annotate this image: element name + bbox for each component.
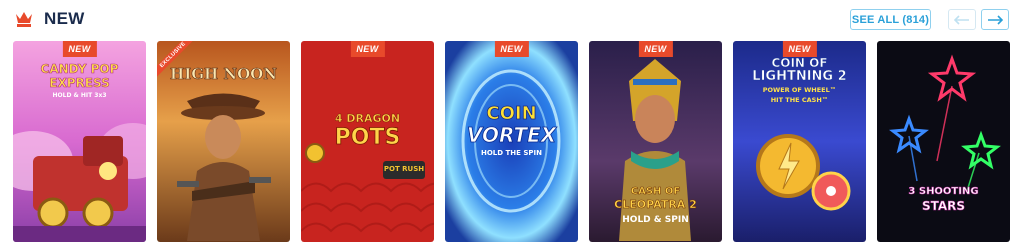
game-title-line1: 3 SHOOTING: [908, 186, 979, 197]
game-title-line2: STARS: [921, 199, 966, 213]
game-tile-3-shooting-stars[interactable]: 3 SHOOTING STARS: [877, 41, 1010, 242]
see-all-button[interactable]: SEE ALL (814): [850, 9, 931, 30]
game-tile-coin-of-lightning-2[interactable]: NEW COIN OF LIGHTNING 2 POWER OF WHEEL™ …: [733, 41, 866, 242]
game-art: [589, 41, 722, 242]
game-subtitle: POWER OF WHEEL™: [762, 86, 837, 94]
crown-icon: [16, 12, 32, 27]
game-tile-4-dragon-pots[interactable]: NEW 4 DRAGON POTS POT RUSH: [301, 41, 434, 242]
game-subtitle: HOLD & SPIN: [622, 215, 689, 225]
new-badge: NEW: [638, 41, 673, 57]
next-button[interactable]: [981, 9, 1009, 30]
game-subtitle: HOLD & HIT 3x3: [52, 92, 107, 99]
game-title-line1: 4 DRAGON: [334, 112, 401, 125]
game-title-line1: COIN: [486, 103, 537, 124]
game-subtitle: HOLD THE SPIN: [480, 149, 542, 157]
new-badge: NEW: [350, 41, 385, 57]
game-subtitle-2: HIT THE CASH™: [770, 96, 829, 104]
new-badge: NEW: [494, 41, 529, 57]
game-title-line1: HIGH NOON: [170, 65, 278, 83]
game-title-line2: POTS: [334, 125, 401, 150]
game-tile-cash-of-cleopatra-2[interactable]: NEW CASH OF CLEOPATRA 2 HOLD & SPIN: [589, 41, 722, 242]
new-badge: NEW: [62, 41, 97, 57]
game-title-line2: LIGHTNING 2: [752, 69, 847, 84]
arrow-left-icon: [954, 14, 969, 25]
game-subtitle: POT RUSH: [383, 165, 425, 173]
game-tile-coin-vortex[interactable]: NEW COIN VORTEX HOLD THE SPIN: [445, 41, 578, 242]
new-badge: NEW: [782, 41, 817, 57]
section-header: NEW SEE ALL (814): [0, 0, 1024, 38]
game-title-line1: CANDY POP: [40, 62, 119, 76]
game-tile-high-noon[interactable]: EXCLUSIVE HIGH NOON: [157, 41, 290, 242]
arrow-right-icon: [988, 14, 1003, 25]
game-title-line2: EXPRESS: [49, 76, 110, 90]
section-title: NEW: [44, 9, 85, 28]
game-title-line2: VORTEX: [466, 123, 557, 147]
game-title-line1: CASH OF: [630, 186, 681, 197]
prev-button[interactable]: [948, 9, 976, 30]
game-title-line2: CLEOPATRA 2: [614, 198, 697, 211]
game-carousel: NEW CANDY POP EXPRESS HOLD & HIT 3x3 EXC…: [0, 41, 1024, 242]
game-title-line1: COIN OF: [771, 56, 828, 70]
game-tile-candy-pop-express[interactable]: NEW CANDY POP EXPRESS HOLD & HIT 3x3: [13, 41, 146, 242]
